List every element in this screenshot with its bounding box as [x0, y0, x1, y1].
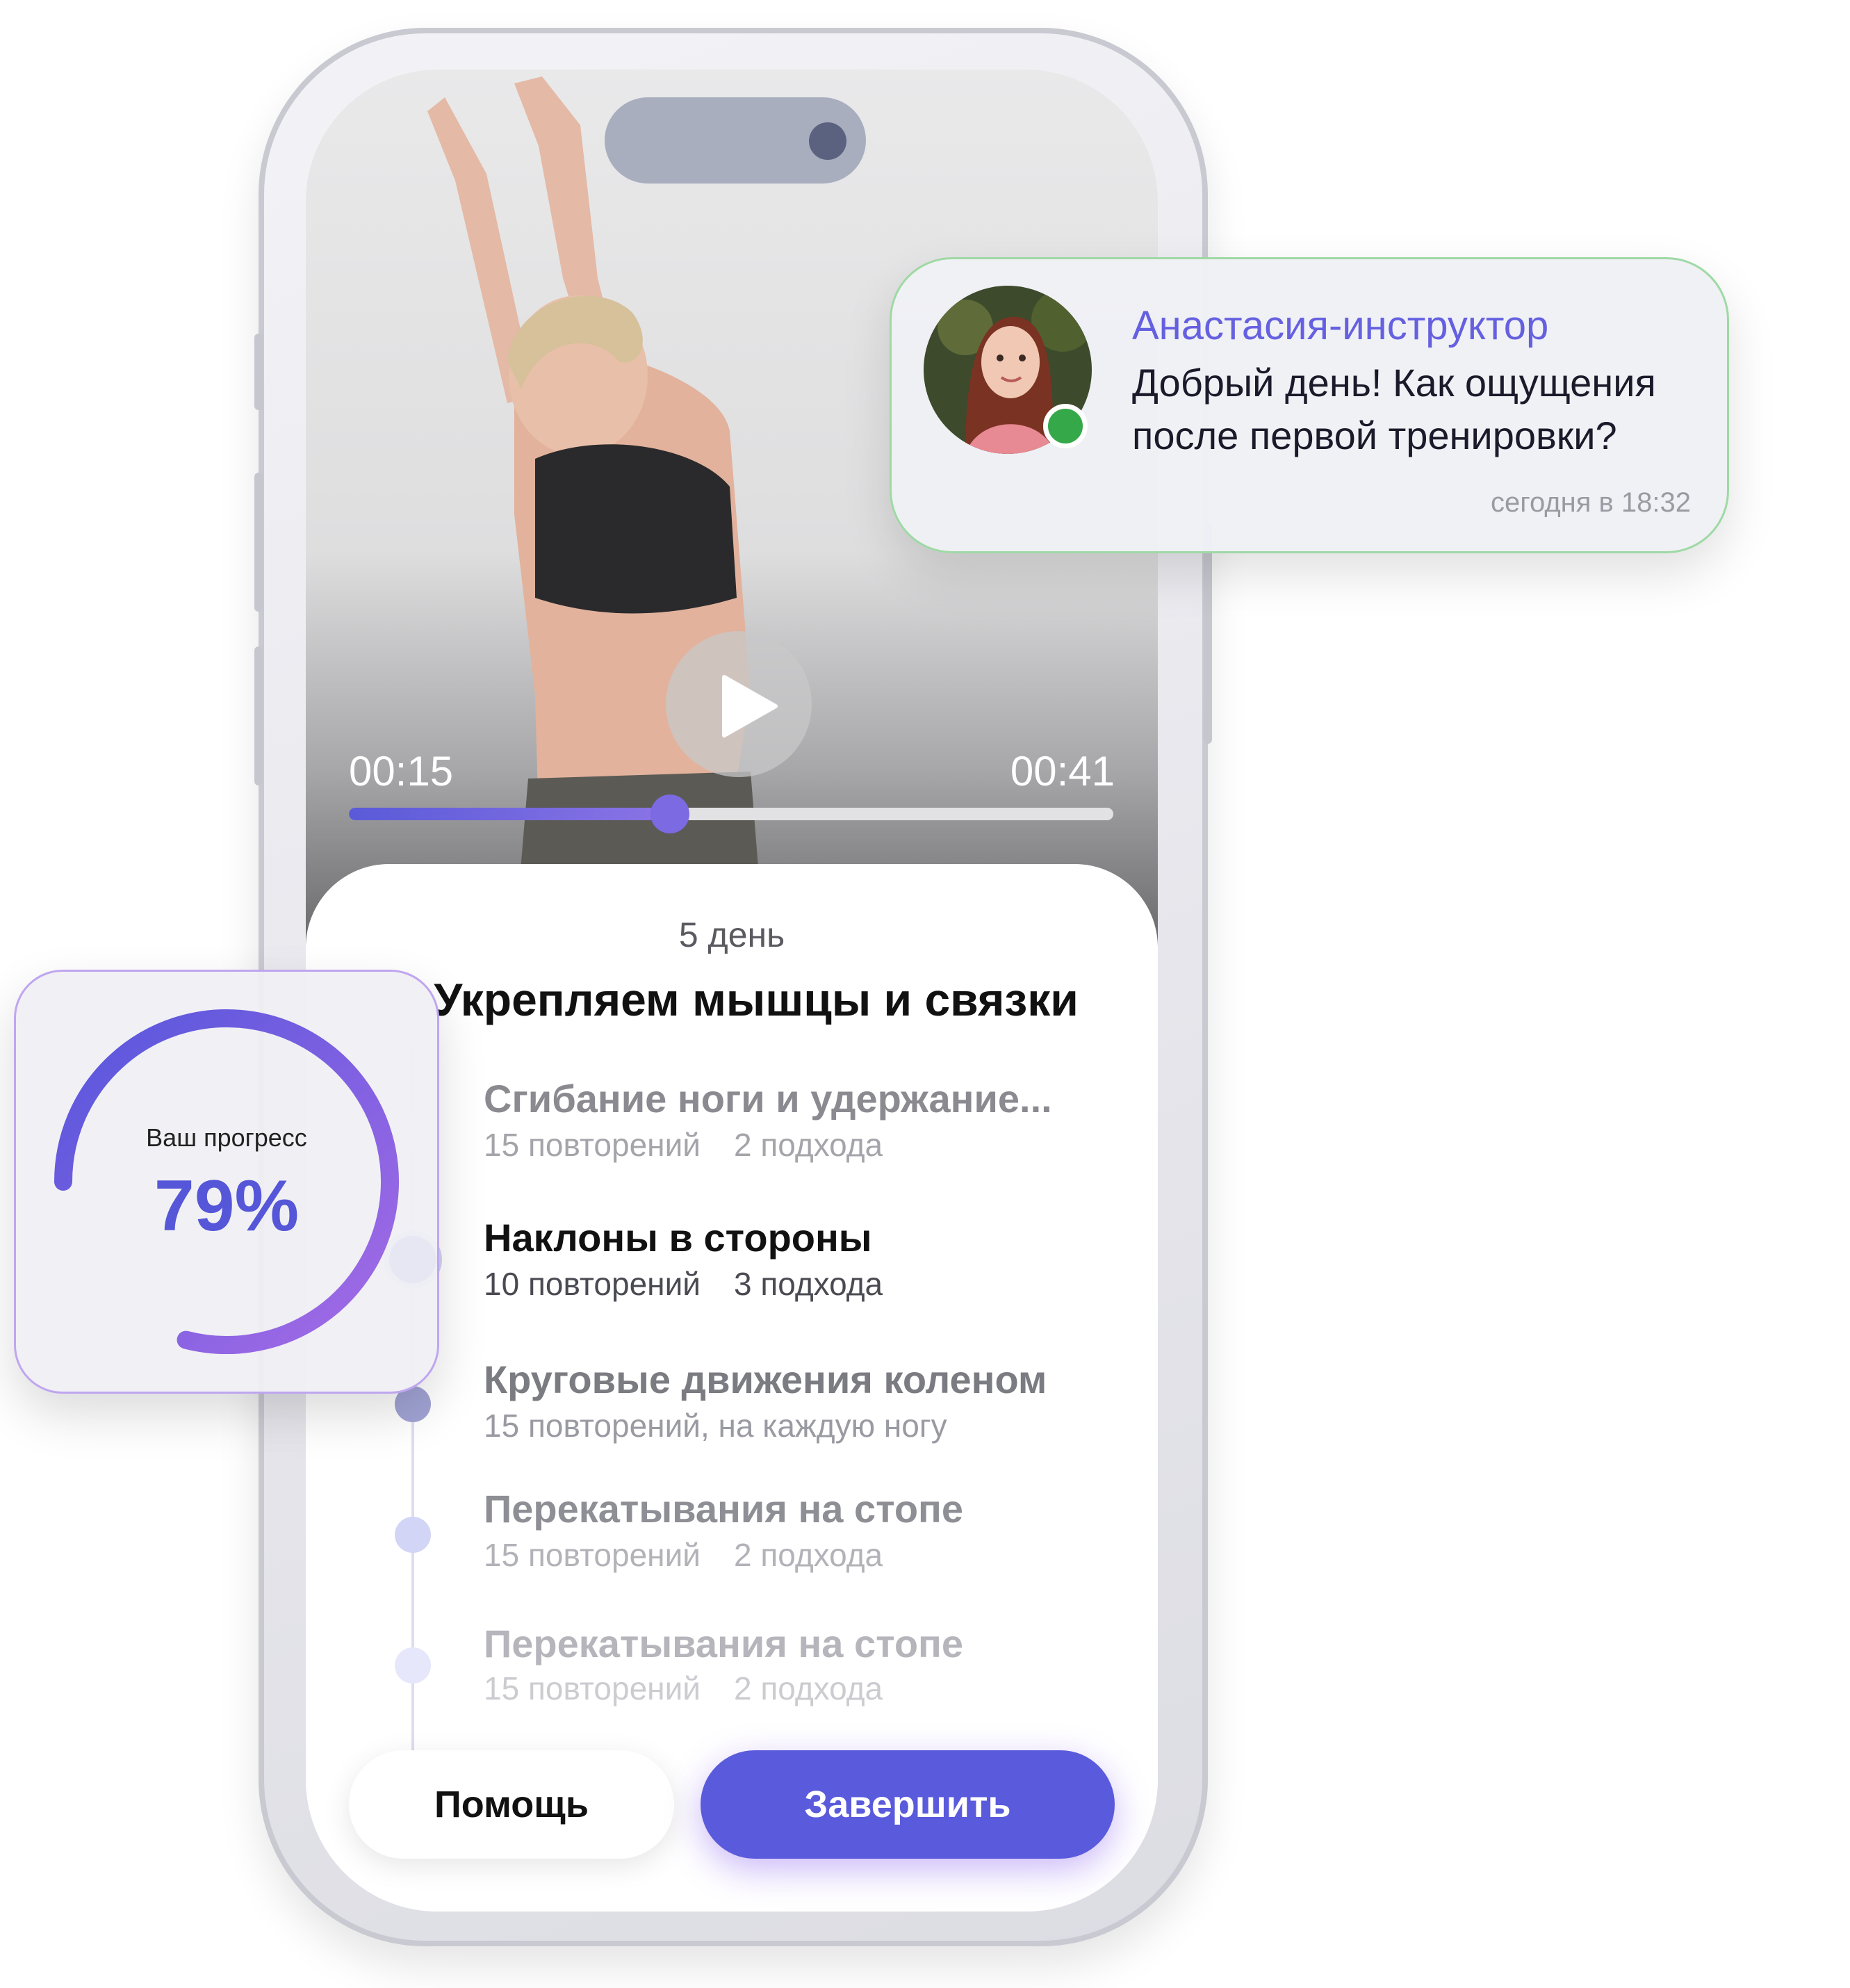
exercise-name[interactable]: Сгибание ноги и удержание...: [484, 1076, 1052, 1121]
elapsed-time: 00:15: [349, 748, 454, 795]
front-camera: [809, 122, 846, 160]
help-button[interactable]: Помощь: [349, 1750, 674, 1859]
dynamic-island: [605, 97, 866, 184]
exercise-name[interactable]: Перекатывания на стопе: [484, 1486, 963, 1531]
phone-side-button: [254, 334, 263, 410]
phone-side-button: [254, 646, 263, 785]
exercise-meta: 15 повторений 2 подхода: [484, 1126, 883, 1164]
exercise-sets: 2 подхода: [733, 1127, 883, 1163]
play-icon: [722, 675, 778, 738]
sender-name: Анастасия-инструктор: [1132, 303, 1549, 348]
exercise-meta: 15 повторений, на каждую ногу: [484, 1407, 947, 1444]
message-text: Добрый день! Как ощущения после первой т…: [1132, 361, 1656, 457]
phone-side-button: [1204, 521, 1212, 744]
exercise-reps: 10 повторений: [484, 1266, 701, 1302]
video-seek-bar[interactable]: [349, 795, 1113, 833]
progress-value: 79%: [154, 1166, 300, 1246]
exercise-name[interactable]: Круговые движения коленом: [484, 1357, 1047, 1402]
exercise-meta: 15 повторений 2 подхода: [484, 1536, 883, 1574]
exercise-meta: 15 повторений 2 подхода: [484, 1670, 883, 1707]
total-duration: 00:41: [1010, 748, 1115, 795]
exercise-reps: 15 повторений: [484, 1127, 701, 1163]
exercise-reps: 15 повторений: [484, 1537, 701, 1573]
chat-notification[interactable]: Анастасия-инструктор Добрый день! Как ощ…: [890, 257, 1729, 553]
exercise-name[interactable]: Перекатывания на стопе: [484, 1621, 963, 1666]
exercise-name[interactable]: Наклоны в стороны: [484, 1215, 872, 1260]
exercise-sets: 3 подхода: [733, 1266, 883, 1302]
progress-card: Ваш прогресс 79%: [14, 970, 439, 1394]
timeline-dot: [395, 1517, 431, 1553]
online-status-indicator: [1043, 404, 1088, 448]
phone-side-button: [254, 473, 263, 612]
seek-bar-handle[interactable]: [650, 795, 689, 833]
seek-bar-fill: [349, 808, 670, 820]
day-label: 5 день: [678, 915, 785, 954]
play-button[interactable]: [666, 631, 812, 777]
progress-label: Ваш прогресс: [146, 1123, 307, 1152]
exercise-sets: 2 подхода: [733, 1537, 883, 1573]
exercise-reps: 15 повторений, на каждую ногу: [484, 1408, 947, 1444]
finish-button[interactable]: Завершить: [701, 1750, 1115, 1859]
exercise-sets: 2 подхода: [733, 1670, 883, 1706]
exercise-reps: 15 повторений: [484, 1670, 701, 1706]
timeline-dot: [395, 1647, 431, 1684]
message-timestamp: сегодня в 18:32: [1491, 487, 1691, 518]
exercise-meta: 10 повторений 3 подхода: [484, 1265, 883, 1303]
